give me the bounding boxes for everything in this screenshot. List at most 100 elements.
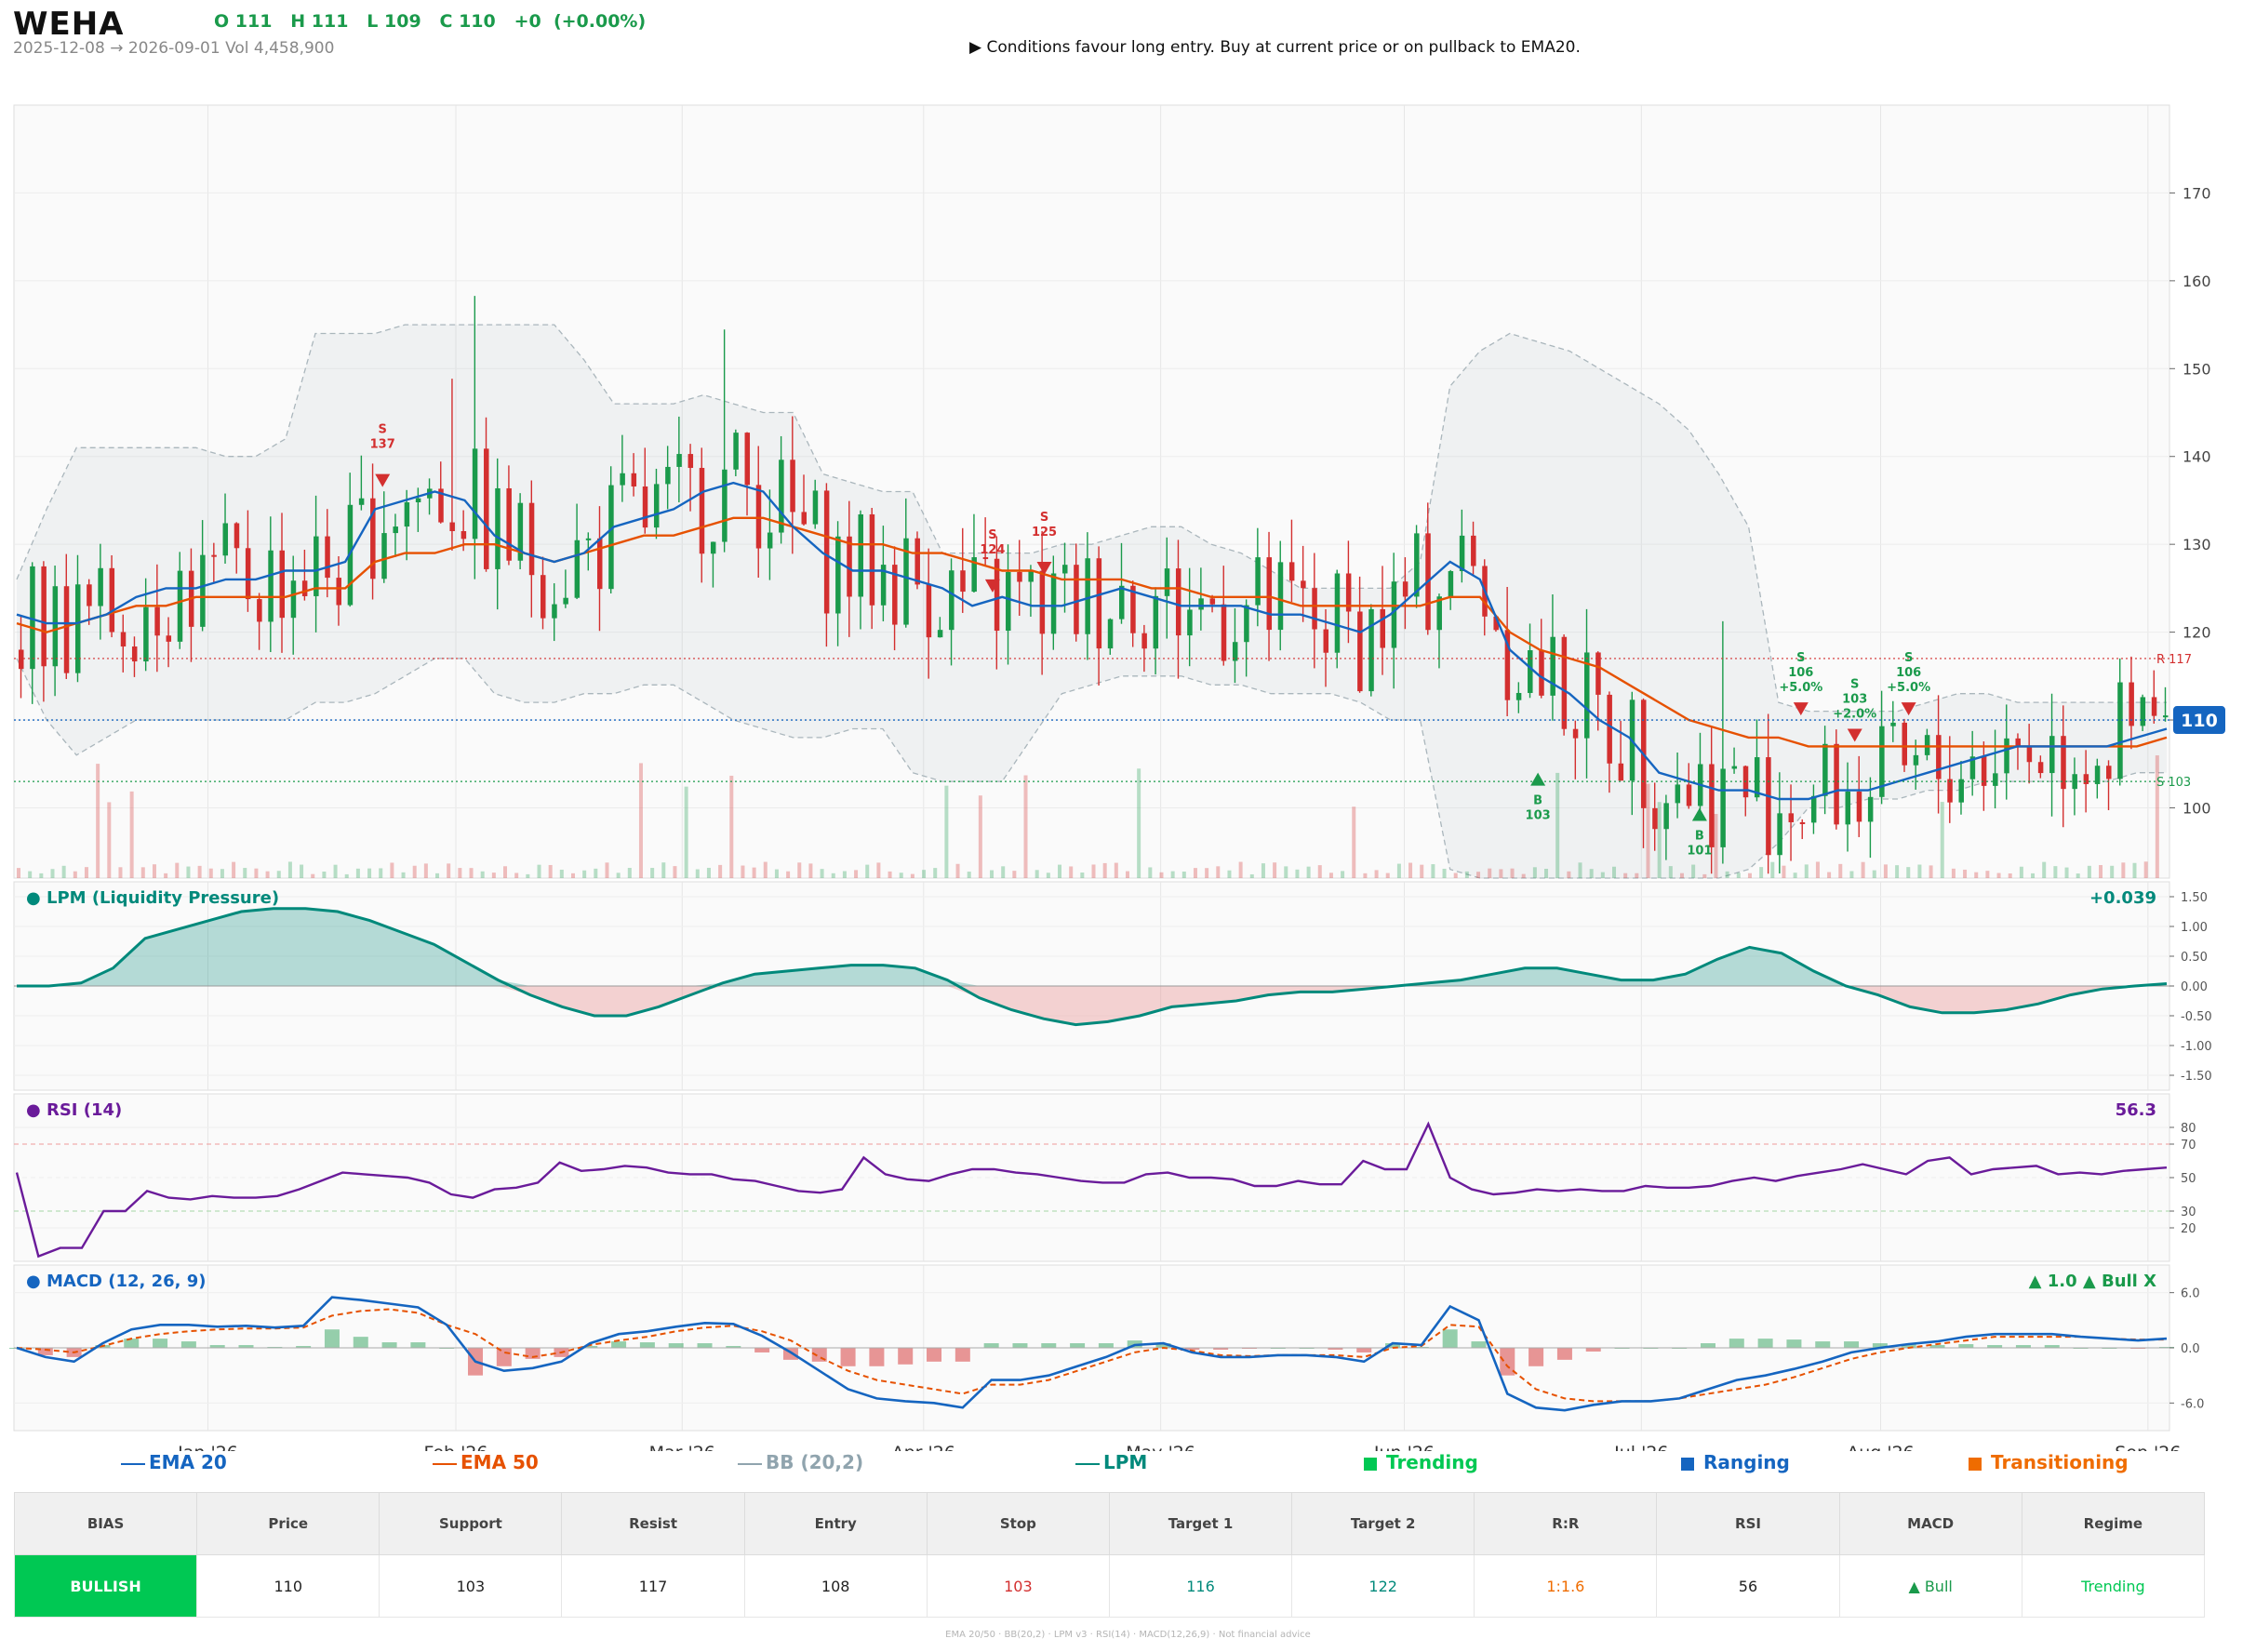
rsi-value: 56.3	[2116, 1100, 2156, 1120]
volume-bar	[1046, 873, 1050, 878]
candle-body	[166, 635, 172, 642]
volume-bar	[922, 870, 927, 878]
volume-bar	[1567, 871, 1571, 878]
volume-bar	[186, 866, 191, 878]
candle-body	[1414, 533, 1420, 597]
candle-body	[1153, 595, 1159, 649]
legend-bb: BB (20,2)	[738, 1451, 863, 1473]
volume-bar	[2121, 862, 2126, 878]
volume-bar	[1125, 871, 1129, 878]
volume-bar	[333, 864, 338, 878]
candle-body	[143, 606, 149, 662]
candle-body	[1277, 562, 1284, 631]
candle-body	[608, 485, 614, 590]
volume-bar	[1691, 864, 1696, 878]
volume-bar	[910, 873, 914, 878]
volume-bar	[2064, 867, 2069, 878]
macd-histogram-bar	[668, 1343, 684, 1348]
legend-ranging-swatch	[1681, 1457, 1694, 1471]
candle-body	[1312, 588, 1317, 630]
volume-bar	[2019, 866, 2023, 878]
volume-bar	[379, 868, 383, 878]
macd-histogram-bar	[869, 1348, 885, 1366]
candle-body	[1947, 779, 1953, 803]
volume-bar	[1091, 864, 1096, 878]
support-value: 103	[379, 1554, 563, 1618]
volume-bar	[287, 861, 292, 878]
macd-histogram-bar	[1786, 1339, 1802, 1348]
volume-bar	[1420, 864, 1424, 878]
volume-bar	[944, 785, 949, 878]
volume-bar	[1589, 869, 1594, 878]
volume-bar	[2042, 861, 2047, 878]
summary-header: MACD	[1838, 1492, 2022, 1555]
price-y-tick-label: 130	[2183, 536, 2211, 553]
volume-bar	[1793, 873, 1797, 878]
summary-header: Target 2	[1291, 1492, 1475, 1555]
candle-body	[1096, 558, 1102, 649]
macd-y-tick-label: 0.0	[2181, 1342, 2200, 1356]
candle-body	[1561, 636, 1568, 729]
volume-bar	[1148, 867, 1153, 878]
candle-body	[1266, 557, 1273, 631]
volume-bar	[1464, 871, 1469, 878]
candle-body	[19, 649, 24, 670]
candle-body	[393, 526, 398, 534]
candle-body	[676, 454, 682, 467]
volume-bar	[1035, 870, 1039, 878]
lpm-value: +0.039	[2089, 888, 2156, 908]
candle-body	[2083, 774, 2089, 784]
candle-body	[1175, 568, 1181, 636]
candle-body	[1402, 581, 1408, 597]
volume-bar	[390, 862, 394, 878]
candle-body	[484, 448, 489, 569]
rsi-y-tick-label: 70	[2181, 1139, 2196, 1152]
candle-body	[1924, 735, 1930, 755]
candle-body	[200, 554, 206, 627]
legend-ema20-label: EMA 20	[149, 1451, 227, 1473]
candle-body	[823, 490, 830, 614]
macd-value: ▲ Bull	[1838, 1554, 2022, 1618]
volume-bar	[1181, 871, 1186, 878]
candle-body	[1675, 784, 1681, 804]
price-y-tick-label: 160	[2183, 273, 2211, 290]
candle-body	[869, 513, 875, 606]
volume-bar	[1861, 861, 1865, 878]
macd-histogram-bar	[1041, 1343, 1057, 1348]
volume-bar	[28, 871, 33, 878]
candle-body	[1244, 605, 1249, 643]
legend-ema50: EMA 50	[433, 1451, 539, 1473]
volume-bar	[107, 802, 112, 878]
candle-body	[642, 486, 648, 528]
volume-bar	[1770, 861, 1775, 878]
macd-histogram-bar	[983, 1343, 999, 1348]
candle-body	[1822, 743, 1828, 796]
x-tick-label: Jun '26	[1373, 1443, 1435, 1451]
candle-body	[949, 570, 954, 631]
volume-bar	[175, 862, 180, 878]
volume-bar	[978, 795, 982, 878]
candle-body	[2163, 715, 2169, 718]
candle-body	[1006, 571, 1011, 632]
volume-bar	[1261, 863, 1265, 878]
summary-table: BIAS Price Support Resist Entry Stop Tar…	[13, 1492, 2206, 1618]
volume-bar	[1872, 870, 1876, 878]
annotation-label: 125	[1032, 526, 1057, 540]
volume-bar	[797, 862, 802, 878]
candle-body	[1788, 813, 1795, 822]
legend-lpm: LPM	[1075, 1451, 1147, 1473]
candle-body	[2049, 736, 2055, 774]
volume-bar	[1646, 783, 1650, 878]
volume-bar	[990, 870, 995, 878]
candle-body	[767, 532, 773, 549]
candle-body	[1085, 558, 1090, 634]
volume-bar	[1600, 872, 1605, 878]
volume-bar	[1759, 867, 1764, 878]
volume-bar	[1001, 866, 1006, 878]
macd-y-tick-label: -6.0	[2181, 1397, 2204, 1411]
lpm-y-tick-label: 0.50	[2181, 951, 2208, 965]
legend-trending: Trending	[1364, 1451, 1478, 1473]
x-tick-label: Feb '26	[423, 1443, 487, 1451]
annotation-label: 103	[1842, 692, 1867, 706]
volume-bar	[1815, 861, 1820, 878]
